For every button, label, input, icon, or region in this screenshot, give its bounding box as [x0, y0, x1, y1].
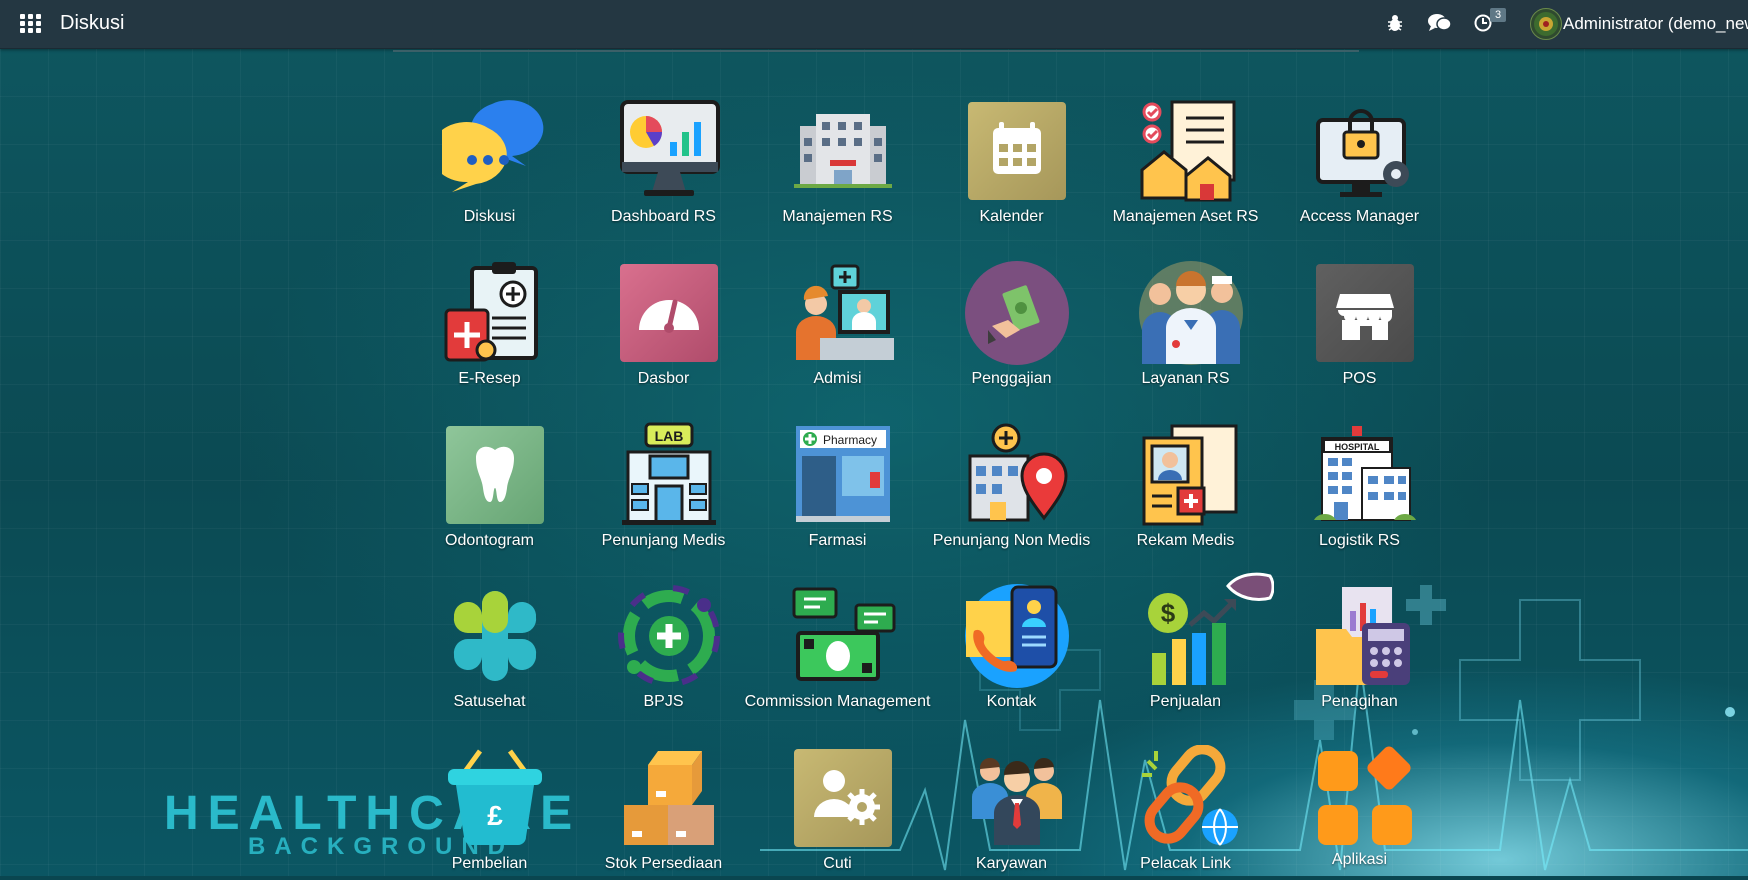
link-tracker-icon [1138, 744, 1244, 851]
app-label: Access Manager [1299, 208, 1420, 225]
lab-building-icon: LAB [616, 422, 722, 528]
svg-text:Pharmacy: Pharmacy [823, 433, 877, 447]
hospital-logistics-icon: HOSPITAL [1312, 422, 1418, 528]
store-icon [1312, 260, 1418, 366]
shopping-basket-icon: £ [442, 745, 548, 851]
svg-text:$: $ [1161, 598, 1176, 628]
svg-text:£: £ [487, 800, 503, 831]
app-access-manager[interactable]: Access Manager [1273, 98, 1446, 233]
hospital-building-icon [790, 98, 896, 204]
top-navbar: Diskusi 3 Administrator (demo_new [0, 0, 1748, 49]
app-label: Penagihan [1321, 693, 1398, 710]
app-logistik-rs[interactable]: HOSPITAL Logistik RS [1273, 422, 1446, 557]
user-menu[interactable]: Administrator (demo_new [1563, 14, 1748, 34]
pharmacy-store-icon: Pharmacy [790, 422, 896, 528]
mouse-cursor [1226, 568, 1275, 609]
tooth-icon [442, 422, 548, 528]
admission-desk-icon [790, 260, 896, 366]
app-label: Logistik RS [1319, 532, 1400, 549]
svg-text:LAB: LAB [655, 428, 684, 444]
app-label: Aplikasi [1331, 851, 1388, 868]
location-building-icon [964, 422, 1070, 528]
stock-boxes-icon [616, 745, 722, 851]
lock-monitor-icon [1312, 98, 1418, 204]
debug-bug-icon[interactable] [1387, 14, 1403, 37]
app-title: Diskusi [60, 12, 125, 34]
app-label: POS [1342, 370, 1377, 387]
medical-staff-icon [1138, 260, 1244, 366]
app-penagihan[interactable]: Penagihan [1273, 583, 1446, 718]
payroll-money-icon [964, 260, 1070, 366]
apps-menu-icon[interactable] [20, 14, 42, 34]
apps-grid-icon [1312, 745, 1418, 851]
medical-record-icon [1138, 422, 1244, 528]
calendar-icon [964, 98, 1070, 204]
search-bar-edge [393, 50, 1359, 52]
asset-checklist-icon [1138, 98, 1244, 204]
messaging-chat-icon[interactable] [1428, 13, 1452, 38]
user-settings-icon [790, 745, 896, 851]
company-logo-avatar[interactable] [1530, 8, 1562, 40]
commission-money-icon [790, 583, 896, 689]
app-aplikasi[interactable]: Aplikasi [1273, 745, 1446, 880]
chat-bubbles-icon [430, 98, 548, 204]
employees-icon [964, 745, 1070, 851]
app-pos[interactable]: POS [1273, 260, 1446, 395]
speedometer-icon [616, 260, 722, 366]
contact-phone-icon [964, 583, 1070, 689]
invoice-calculator-icon [1312, 583, 1418, 689]
bpjs-icon [616, 583, 722, 689]
prescription-icon [442, 260, 548, 366]
activity-count-badge: 3 [1490, 8, 1507, 22]
dashboard-monitor-icon [616, 98, 722, 204]
satusehat-icon [442, 583, 548, 689]
svg-text:HOSPITAL: HOSPITAL [1335, 442, 1380, 452]
